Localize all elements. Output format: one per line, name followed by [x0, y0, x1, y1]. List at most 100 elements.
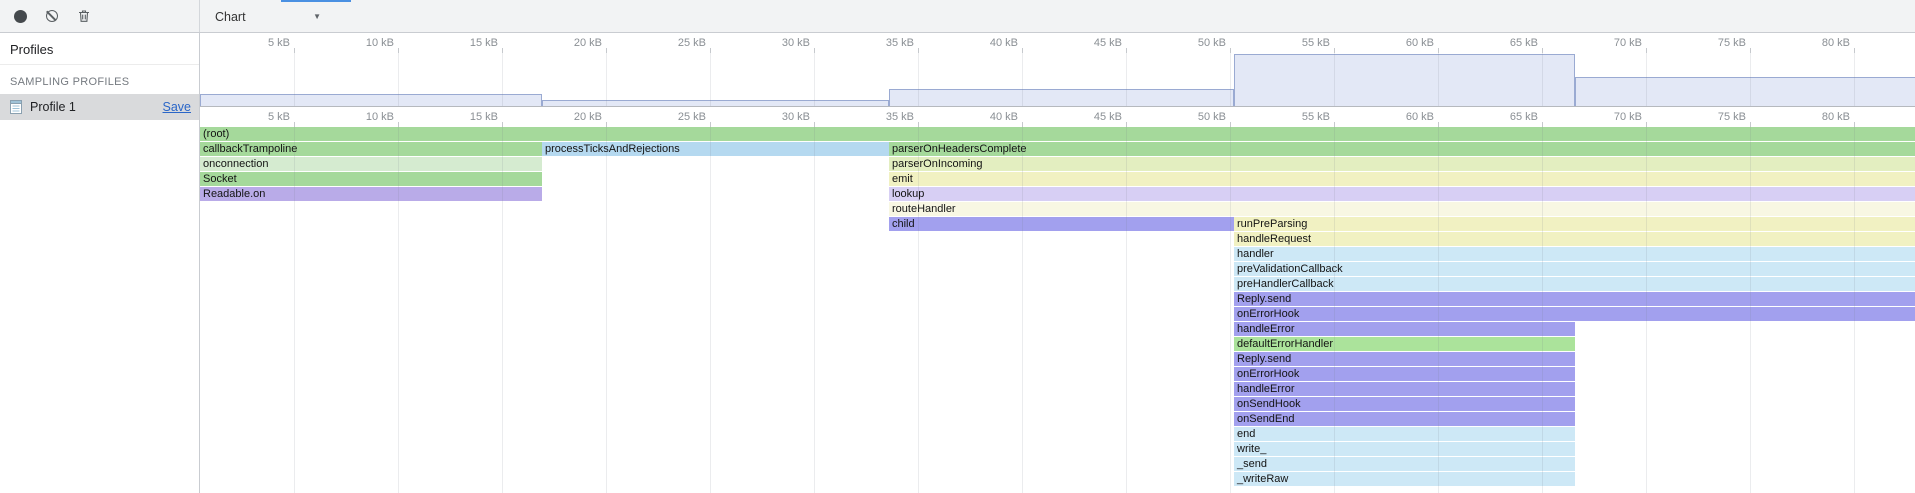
- flame-row: routeHandler: [200, 202, 1915, 217]
- flame-bar[interactable]: preHandlerCallback: [1234, 277, 1915, 291]
- flame-bar[interactable]: processTicksAndRejections: [542, 142, 889, 156]
- ruler-tick-label: 75 kB: [1688, 111, 1746, 123]
- flame-bar[interactable]: Readable.on: [200, 187, 542, 201]
- ruler-tick-label: 60 kB: [1376, 111, 1434, 123]
- flame-bar[interactable]: lookup: [889, 187, 1915, 201]
- flame-bar-label: _writeRaw: [1234, 472, 1575, 486]
- ruler-tick-label: 30 kB: [752, 111, 810, 123]
- flame-row: handleError: [200, 382, 1915, 397]
- ruler-tick-label: 25 kB: [648, 111, 706, 123]
- flame-bar[interactable]: handleRequest: [1234, 232, 1915, 246]
- flame-bar[interactable]: end: [1234, 427, 1575, 441]
- flame-bar[interactable]: onErrorHook: [1234, 307, 1915, 321]
- flame-bar-label: Socket: [200, 172, 542, 186]
- flame-bar-label: _send: [1234, 457, 1575, 471]
- flame-bar-label: Reply.send: [1234, 292, 1915, 306]
- flame-bar-label: handler: [1234, 247, 1915, 261]
- flame-bar[interactable]: write_: [1234, 442, 1575, 456]
- flame-row: Reply.send: [200, 352, 1915, 367]
- flame-bar-label: preHandlerCallback: [1234, 277, 1915, 291]
- flame-bar-label: preValidationCallback: [1234, 262, 1915, 276]
- ruler-tick-label: 35 kB: [856, 37, 914, 49]
- flame-bar-label: routeHandler: [889, 202, 1915, 216]
- flame-bar-label: child: [889, 217, 1234, 231]
- flame-bar[interactable]: defaultErrorHandler: [1234, 337, 1575, 351]
- flame-bar[interactable]: child: [889, 217, 1234, 231]
- flame-bar-label: onSendEnd: [1234, 412, 1575, 426]
- ruler-tick-label: 20 kB: [544, 111, 602, 123]
- flame-row: handleError: [200, 322, 1915, 337]
- flame-bar[interactable]: (root): [200, 127, 1915, 141]
- flame-bar-label: emit: [889, 172, 1915, 186]
- overview-pane[interactable]: 5 kB10 kB15 kB20 kB25 kB30 kB35 kB40 kB4…: [200, 33, 1915, 107]
- ruler-tick-label: 50 kB: [1168, 111, 1226, 123]
- flame-bar[interactable]: Reply.send: [1234, 352, 1575, 366]
- ruler-tick-label: 65 kB: [1480, 111, 1538, 123]
- flame-bar-label: handleError: [1234, 322, 1575, 336]
- flame-row: onSendHook: [200, 397, 1915, 412]
- flame-bar[interactable]: Reply.send: [1234, 292, 1915, 306]
- flame-bar-label: Readable.on: [200, 187, 542, 201]
- flame-bar-label: handleRequest: [1234, 232, 1915, 246]
- flame-chart[interactable]: 5 kB10 kB15 kB20 kB25 kB30 kB35 kB40 kB4…: [200, 107, 1915, 493]
- profile-name: Profile 1: [30, 100, 76, 114]
- flame-row: _writeRaw: [200, 472, 1915, 487]
- flame-bar[interactable]: onconnection: [200, 157, 542, 171]
- view-mode-select[interactable]: Chart ▼: [207, 4, 329, 29]
- profile-item-profile-1[interactable]: Profile 1 Save: [0, 94, 199, 120]
- flame-bar-label: defaultErrorHandler: [1234, 337, 1575, 351]
- flame-row: defaultErrorHandler: [200, 337, 1915, 352]
- flame-bar[interactable]: preValidationCallback: [1234, 262, 1915, 276]
- flame-bar[interactable]: _writeRaw: [1234, 472, 1575, 486]
- flame-bar[interactable]: callbackTrampoline: [200, 142, 542, 156]
- profile-icon: [8, 99, 24, 115]
- flame-row: Socket emit: [200, 172, 1915, 187]
- overview-step: [200, 94, 542, 106]
- flame-row: end: [200, 427, 1915, 442]
- flame-bar[interactable]: onErrorHook: [1234, 367, 1575, 381]
- flame-bar[interactable]: parserOnIncoming: [889, 157, 1915, 171]
- flame-bar-label: Reply.send: [1234, 352, 1575, 366]
- flame-bar-label: write_: [1234, 442, 1575, 456]
- clear-all-button[interactable]: [38, 2, 66, 30]
- overview-step: [889, 89, 1234, 106]
- view-select-value: Chart: [215, 10, 246, 24]
- ruler-tick-label: 45 kB: [1064, 37, 1122, 49]
- flame-bar[interactable]: onSendEnd: [1234, 412, 1575, 426]
- profiler-app: Chart ▼ Profiles SAMPLING PROFILES Prof: [0, 0, 1915, 493]
- delete-profile-button[interactable]: [70, 2, 98, 30]
- overview-step: [542, 100, 889, 106]
- ruler-tick-label: 5 kB: [232, 111, 290, 123]
- overview-step: [1575, 77, 1915, 106]
- flame-row: preValidationCallback: [200, 262, 1915, 277]
- ruler-tick-label: 70 kB: [1584, 111, 1642, 123]
- clear-icon: [46, 10, 58, 22]
- ruler-tick-label: 25 kB: [648, 37, 706, 49]
- flame-bar[interactable]: handleError: [1234, 322, 1575, 336]
- record-button[interactable]: [6, 2, 34, 30]
- flame-bar[interactable]: parserOnHeadersComplete: [889, 142, 1915, 156]
- flame-row: preHandlerCallback: [200, 277, 1915, 292]
- record-icon: [14, 10, 27, 23]
- ruler-tick-label: 50 kB: [1168, 37, 1226, 49]
- flame-bar[interactable]: handleError: [1234, 382, 1575, 396]
- top-accent-line: [281, 0, 351, 2]
- flame-bar[interactable]: handler: [1234, 247, 1915, 261]
- ruler-tick-label: 80 kB: [1792, 111, 1850, 123]
- flame-rows: (root)callbackTrampolineprocessTicksAndR…: [200, 127, 1915, 487]
- flame-bar[interactable]: runPreParsing: [1234, 217, 1915, 231]
- flame-row: Readable.on lookup: [200, 187, 1915, 202]
- flame-bar[interactable]: routeHandler: [889, 202, 1915, 216]
- ruler-tick-label: 20 kB: [544, 37, 602, 49]
- overview-graph: [200, 53, 1915, 106]
- flame-bar[interactable]: Socket: [200, 172, 542, 186]
- flame-bar[interactable]: onSendHook: [1234, 397, 1575, 411]
- overview-ruler: 5 kB10 kB15 kB20 kB25 kB30 kB35 kB40 kB4…: [200, 33, 1915, 53]
- ruler-tick-label: 10 kB: [336, 111, 394, 123]
- flame-bar-label: parserOnHeadersComplete: [889, 142, 1915, 156]
- flame-bar[interactable]: _send: [1234, 457, 1575, 471]
- flame-bar[interactable]: emit: [889, 172, 1915, 186]
- save-profile-link[interactable]: Save: [163, 100, 192, 114]
- flame-row: onconnection parserOnIncoming: [200, 157, 1915, 172]
- ruler-tick-label: 60 kB: [1376, 37, 1434, 49]
